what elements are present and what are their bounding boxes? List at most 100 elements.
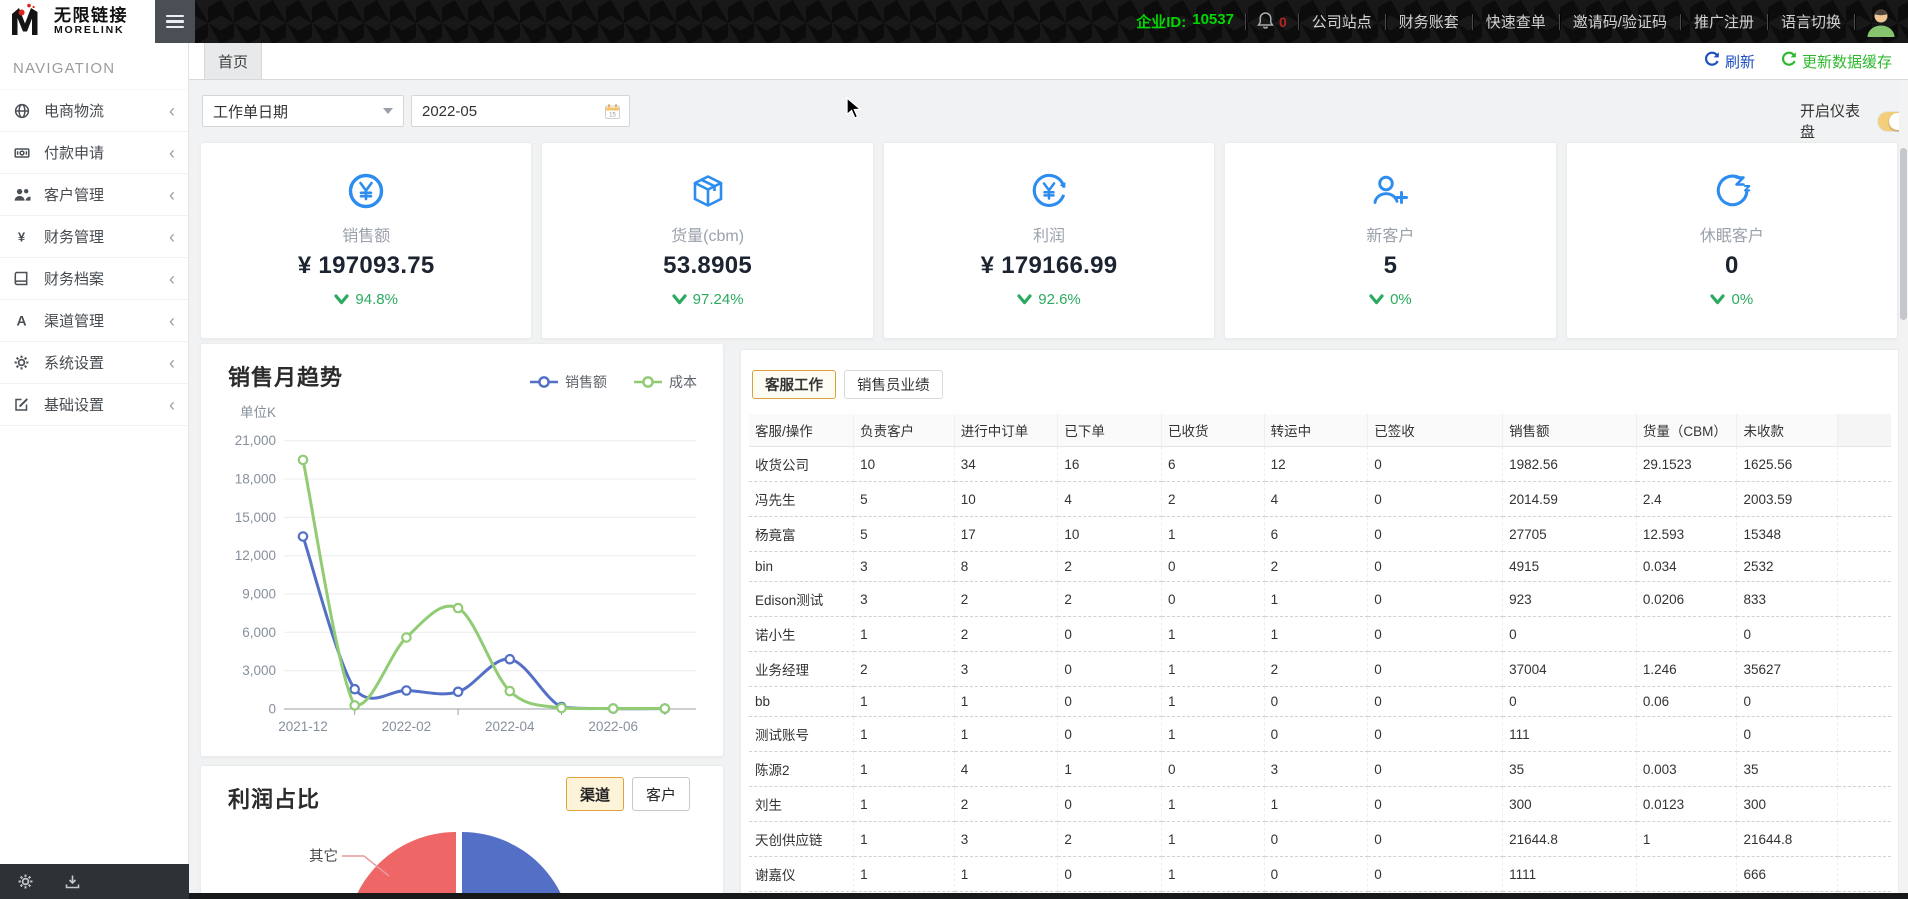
kpi-card-dormant-customers: 休眠客户 0 0% [1565,142,1899,339]
sidebar-item-channel-management[interactable]: A 渠道管理 ‹ [0,300,188,342]
table-cell: 833 [1736,581,1839,617]
tab-salesperson-performance[interactable]: 销售员业绩 [844,370,943,399]
scrollbar-thumb[interactable] [1900,148,1907,320]
download-icon[interactable] [65,874,80,889]
table-cell: 0 [1057,716,1162,752]
sidebar-item-ecommerce-logistics[interactable]: 电商物流 ‹ [0,89,188,132]
sidebar-item-basic-settings[interactable]: 基础设置 ‹ [0,384,188,426]
menu-item-quick-order-search[interactable]: 快速查单 [1473,11,1559,32]
refresh-icon [1781,51,1797,71]
legend-label: 销售额 [565,374,607,390]
svg-text:¥: ¥ [18,230,26,245]
pie-button-channel[interactable]: 渠道 [565,777,624,811]
table-cell: 2 [1057,821,1162,857]
table-cell: 923 [1502,581,1637,617]
menu-item-invite-verify-code[interactable]: 邀请码/验证码 [1560,11,1680,32]
column-header: 转运中 [1264,414,1369,447]
month-picker-input[interactable]: 2022-05 15 [411,95,630,127]
sidebar-item-finance-archives[interactable]: 财务档案 ‹ [0,258,188,300]
table-cell: 2 [1161,481,1265,517]
sidebar-item-customer-management[interactable]: 客户管理 ‹ [0,174,188,216]
tab-home[interactable]: 首页 [204,43,263,79]
user-avatar[interactable] [1864,5,1898,39]
table-cell: 17 [954,516,1059,552]
table-cell: 2 [1057,551,1162,582]
svg-text:9,000: 9,000 [242,587,276,602]
notifications-button[interactable]: 0 [1246,11,1298,33]
chevron-left-icon: ‹ [169,142,175,163]
table-row: 测试账号 1 1 0 1 0 0 111 0 [749,716,1891,752]
table-cell [1837,716,1891,752]
svg-text:15,000: 15,000 [235,510,276,525]
profit-share-toggle: 渠道 客户 [565,777,690,811]
trend-down-icon [1710,294,1726,305]
sidebar-title: NAVIGATION [13,60,116,77]
company-id-label: 企业ID: [1136,14,1187,31]
column-header: 负责客户 [853,414,955,447]
table-cell: 1 [954,686,1059,717]
table-cell: 1 [853,716,955,752]
customer-name-cell: bin [749,551,855,582]
kpi-value: ¥ 197093.75 [297,252,435,279]
table-row: 杨竟富 5 17 10 1 6 0 27705 12.593 15348 [749,516,1891,552]
gear-icon[interactable] [18,874,33,889]
sidebar-item-system-settings[interactable]: 系统设置 ‹ [0,342,188,384]
menu-item-finance-account-set[interactable]: 财务账套 [1386,11,1472,32]
svg-text:2021-12: 2021-12 [278,719,328,734]
sidebar-footer [0,864,189,899]
table-cell: 111 [1502,716,1637,752]
table-cell: 10 [1057,516,1162,552]
date-type-select[interactable]: 工作单日期 [202,95,404,127]
svg-text:15: 15 [609,112,616,118]
kpi-percent: 0% [1369,291,1412,308]
svg-text:3,000: 3,000 [242,663,276,678]
kpi-label: 货量(cbm) [671,228,745,245]
calendar-icon: 15 [604,103,621,120]
chevron-down-icon [383,108,393,114]
column-header: 已签收 [1367,414,1504,447]
table-cell: 0 [1161,581,1265,617]
hamburger-menu-icon[interactable] [155,0,195,43]
table-header-row: 客服/操作 负责客户 进行中订单 已下单 已收货 转运中 已签收 销售额 货量（CBM） 未收款 [749,414,1891,447]
sidebar-item-label: 客户管理 [44,187,105,204]
sidebar-item-payment-request[interactable]: 付款申请 ‹ [0,132,188,174]
table-cell: 1 [1161,516,1265,552]
update-cache-button[interactable]: 更新数据缓存 [1781,51,1892,72]
table-cell: 0 [1367,446,1504,482]
table-cell: 1982.56 [1502,446,1637,482]
date-type-value: 工作单日期 [213,103,289,121]
table-cell: 1 [1057,751,1162,787]
column-header-filler [1837,414,1891,447]
profit-share-title: 利润占比 [228,787,321,812]
menu-item-promotion-register[interactable]: 推广注册 [1681,11,1767,32]
kpi-row: 销售额 ¥ 197093.75 94.8% 货量(cbm) 53.8905 97… [200,142,1899,339]
pie-button-customer[interactable]: 客户 [631,777,690,811]
brand-name-cn: 无限链接 [54,6,128,26]
sidebar-item-label: 财务档案 [44,271,105,288]
menu-item-language-switch[interactable]: 语言切换 [1768,11,1854,32]
table-cell: 1 [954,856,1059,892]
table-cell: 0.003 [1636,751,1738,787]
sidebar-item-label: 电商物流 [44,103,105,120]
legend-item[interactable]: 成本 [633,372,697,392]
table-cell: 2532 [1736,551,1839,582]
logo[interactable]: 无限链接 MORELINK [0,0,155,43]
customer-name-cell: 谢嘉仪 [749,856,855,892]
menu-item-company-site[interactable]: 公司站点 [1299,11,1385,32]
table-cell: 0 [1057,686,1162,717]
table-cell [1636,616,1738,652]
table-cell: 12 [1264,446,1369,482]
pie-slice-other[interactable] [346,832,456,899]
table-cell: 0 [1736,686,1839,717]
legend-item[interactable]: 销售额 [529,372,607,392]
refresh-button[interactable]: 刷新 [1704,51,1755,72]
table-cell [1837,651,1891,687]
table-cell: 0 [1264,821,1369,857]
channel-icon: A [14,313,39,328]
table-cell: 0 [1057,856,1162,892]
sidebar-item-finance-management[interactable]: ¥ 财务管理 ‹ [0,216,188,258]
pie-slice[interactable] [462,832,572,899]
table-cell: 2 [954,581,1059,617]
company-id: 企业ID: 10537 [1125,11,1245,32]
tab-customer-service-work[interactable]: 客服工作 [752,370,836,399]
